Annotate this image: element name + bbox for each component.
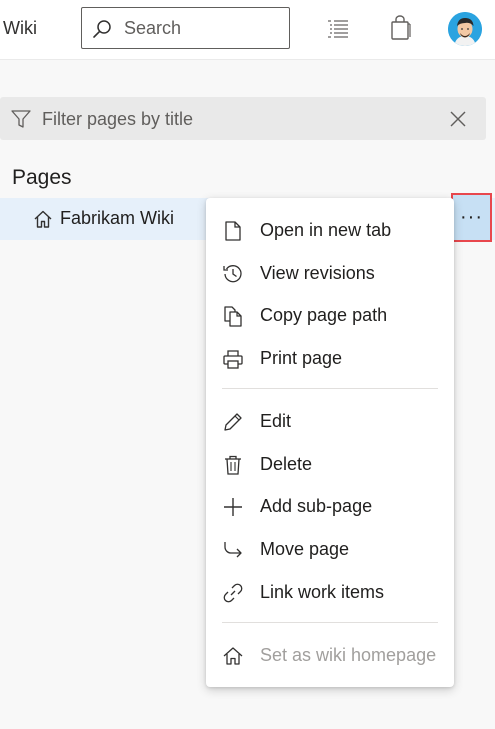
print-icon <box>222 348 244 370</box>
search-input[interactable] <box>124 16 284 40</box>
menu-item-print-page[interactable]: Print page <box>206 338 454 378</box>
context-menu: Open in new tab View revisions Copy page… <box>206 198 454 687</box>
avatar[interactable] <box>448 12 482 46</box>
search-icon <box>92 19 112 39</box>
top-bar: Wiki <box>0 0 495 60</box>
close-icon[interactable] <box>446 107 470 131</box>
copy-icon <box>222 305 244 327</box>
move-arrow-icon <box>222 539 244 561</box>
page-icon <box>222 220 244 242</box>
app-title: Wiki <box>3 18 37 38</box>
shopping-bag-icon[interactable] <box>389 15 413 41</box>
menu-item-open-in-new-tab[interactable]: Open in new tab <box>206 210 454 250</box>
menu-item-delete[interactable]: Delete <box>206 444 454 484</box>
pages-heading: Pages <box>12 166 72 189</box>
menu-divider <box>222 622 438 623</box>
menu-item-add-sub-page[interactable]: Add sub-page <box>206 486 454 526</box>
history-icon <box>222 263 244 285</box>
menu-item-link-work-items[interactable]: Link work items <box>206 572 454 612</box>
home-icon <box>33 209 53 229</box>
menu-item-edit[interactable]: Edit <box>206 401 454 441</box>
search-box[interactable] <box>81 7 290 49</box>
tree-item-label: Fabrikam Wiki <box>60 208 175 228</box>
menu-item-move-page[interactable]: Move page <box>206 529 454 569</box>
menu-item-set-as-wiki-homepage: Set as wiki homepage <box>206 635 454 675</box>
task-list-icon[interactable] <box>326 15 350 41</box>
menu-item-copy-page-path[interactable]: Copy page path <box>206 295 454 335</box>
more-options-button[interactable]: ··· <box>451 193 492 242</box>
ellipsis-icon: ··· <box>460 206 483 228</box>
menu-item-view-revisions[interactable]: View revisions <box>206 253 454 293</box>
trash-icon <box>222 454 244 476</box>
menu-divider <box>222 388 438 389</box>
home-icon <box>222 645 244 667</box>
filter-bar[interactable] <box>0 97 486 140</box>
pencil-icon <box>222 411 244 433</box>
filter-icon <box>10 108 32 130</box>
link-icon <box>222 582 244 604</box>
plus-icon <box>222 496 244 518</box>
filter-input[interactable] <box>42 106 422 132</box>
